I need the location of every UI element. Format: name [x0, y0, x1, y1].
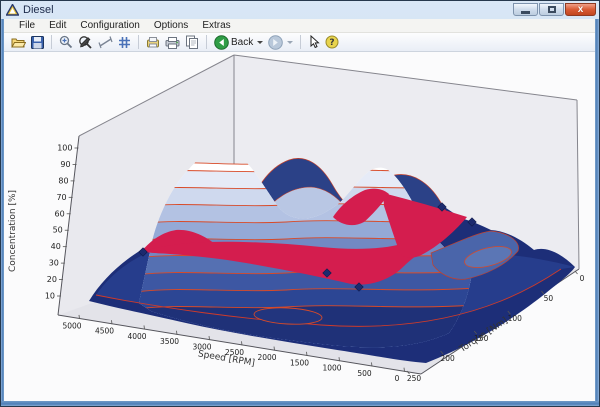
- plotter-button[interactable]: [145, 34, 161, 50]
- forward-button[interactable]: [267, 34, 294, 50]
- speed-tick-mark: [79, 315, 80, 319]
- copy-button[interactable]: [184, 34, 200, 50]
- torque-tick-label: 200: [440, 354, 455, 363]
- speed-tick-mark: [339, 357, 340, 361]
- window-title: Diesel: [23, 4, 54, 16]
- back-button[interactable]: Back: [213, 34, 264, 50]
- measure-button[interactable]: [97, 34, 114, 50]
- surface-chart: 100908070605040302010 500045004000350030…: [4, 52, 597, 404]
- toolbar-separator: [300, 35, 301, 49]
- back-icon: [214, 35, 229, 50]
- plot-area[interactable]: 100908070605040302010 500045004000350030…: [4, 52, 597, 404]
- speed-tick-label: 3500: [160, 337, 179, 346]
- maximize-button[interactable]: [539, 3, 564, 16]
- menu-item-extras[interactable]: Extras: [195, 20, 237, 31]
- forward-icon: [268, 35, 283, 50]
- speed-tick-label: 4000: [127, 332, 146, 341]
- speed-tick-label: 1000: [322, 364, 341, 373]
- speed-tick-mark: [144, 325, 145, 329]
- z-axis-label: Concentration [%]: [8, 190, 18, 272]
- open-button[interactable]: [10, 34, 27, 50]
- z-tick-label: 90: [60, 160, 70, 169]
- torque-tick-label: 250: [407, 374, 422, 383]
- maximize-icon: [548, 6, 556, 13]
- speed-tick-mark: [404, 368, 405, 372]
- pointer-icon: [308, 35, 320, 49]
- save-icon: [31, 36, 44, 49]
- torque-tick-mark: [575, 271, 578, 274]
- toolbar: Back ?: [4, 33, 597, 52]
- speed-tick-label: 4500: [95, 327, 114, 336]
- zoom-edit-icon: [78, 35, 93, 49]
- window-border-right: [595, 19, 599, 407]
- print-button[interactable]: [164, 34, 181, 50]
- zoom-edit-button[interactable]: [77, 34, 94, 50]
- svg-text:?: ?: [330, 38, 335, 48]
- z-tick-label: 70: [56, 193, 66, 202]
- app-window: Diesel x FileEditConfigurationOptionsExt…: [0, 0, 600, 407]
- z-tick-label: 60: [55, 209, 65, 218]
- back-dropdown-caret[interactable]: [257, 41, 263, 44]
- pointer-button[interactable]: [307, 34, 321, 50]
- z-tick-label: 40: [51, 242, 61, 251]
- plotter-icon: [146, 36, 160, 49]
- toolbar-separator: [51, 35, 52, 49]
- toolbar-separator: [138, 35, 139, 49]
- speed-tick-label: 500: [357, 369, 372, 378]
- speed-tick-label: 2000: [257, 353, 276, 362]
- help-button[interactable]: ?: [324, 34, 340, 50]
- forward-dropdown-caret[interactable]: [287, 41, 293, 44]
- client-area: FileEditConfigurationOptionsExtras: [4, 19, 597, 403]
- torque-tick-label: 100: [508, 314, 523, 323]
- z-tick-label: 100: [57, 144, 72, 153]
- menu-item-configuration[interactable]: Configuration: [73, 20, 146, 31]
- back-button-label: Back: [231, 37, 253, 48]
- minimize-icon: [521, 11, 530, 14]
- open-icon: [11, 36, 26, 49]
- speed-tick-mark: [177, 331, 178, 335]
- menu-item-edit[interactable]: Edit: [42, 20, 73, 31]
- measure-icon: [98, 36, 113, 49]
- menu-bar: FileEditConfigurationOptionsExtras: [4, 19, 597, 33]
- speed-tick-label: 0: [395, 374, 400, 383]
- speed-tick-label: 5000: [62, 321, 81, 330]
- z-tick-label: 80: [58, 176, 68, 185]
- window-border-left: [1, 19, 4, 407]
- speed-tick-mark: [242, 341, 243, 345]
- help-icon: ?: [325, 35, 339, 49]
- speed-tick-mark: [307, 352, 308, 356]
- menu-item-options[interactable]: Options: [147, 20, 195, 31]
- z-tick-label: 20: [47, 275, 57, 284]
- zoom-in-icon: [59, 35, 73, 49]
- menu-item-file[interactable]: File: [12, 20, 42, 31]
- speed-tick-mark: [274, 347, 275, 351]
- torque-tick-label: 0: [580, 274, 585, 283]
- speed-tick-mark: [209, 336, 210, 340]
- toolbar-separator: [206, 35, 207, 49]
- print-icon: [165, 36, 180, 49]
- close-icon: x: [578, 5, 584, 15]
- minimize-button[interactable]: [513, 3, 538, 16]
- window-border-bottom: [1, 401, 600, 406]
- torque-tick-label: 50: [544, 294, 554, 303]
- speed-tick-mark: [112, 320, 113, 324]
- close-button[interactable]: x: [565, 3, 596, 16]
- speed-tick-mark: [372, 362, 373, 366]
- app-logo-icon: [6, 4, 19, 16]
- title-bar[interactable]: Diesel x: [1, 1, 600, 19]
- save-button[interactable]: [30, 34, 45, 50]
- z-tick-label: 10: [45, 292, 55, 301]
- speed-tick-label: 1500: [290, 358, 309, 367]
- zoom-in-button[interactable]: [58, 34, 74, 50]
- grid-icon: [118, 36, 131, 49]
- z-tick-label: 50: [53, 226, 63, 235]
- z-tick-label: 30: [49, 259, 59, 268]
- copy-icon: [185, 35, 199, 49]
- grid-button[interactable]: [117, 34, 132, 50]
